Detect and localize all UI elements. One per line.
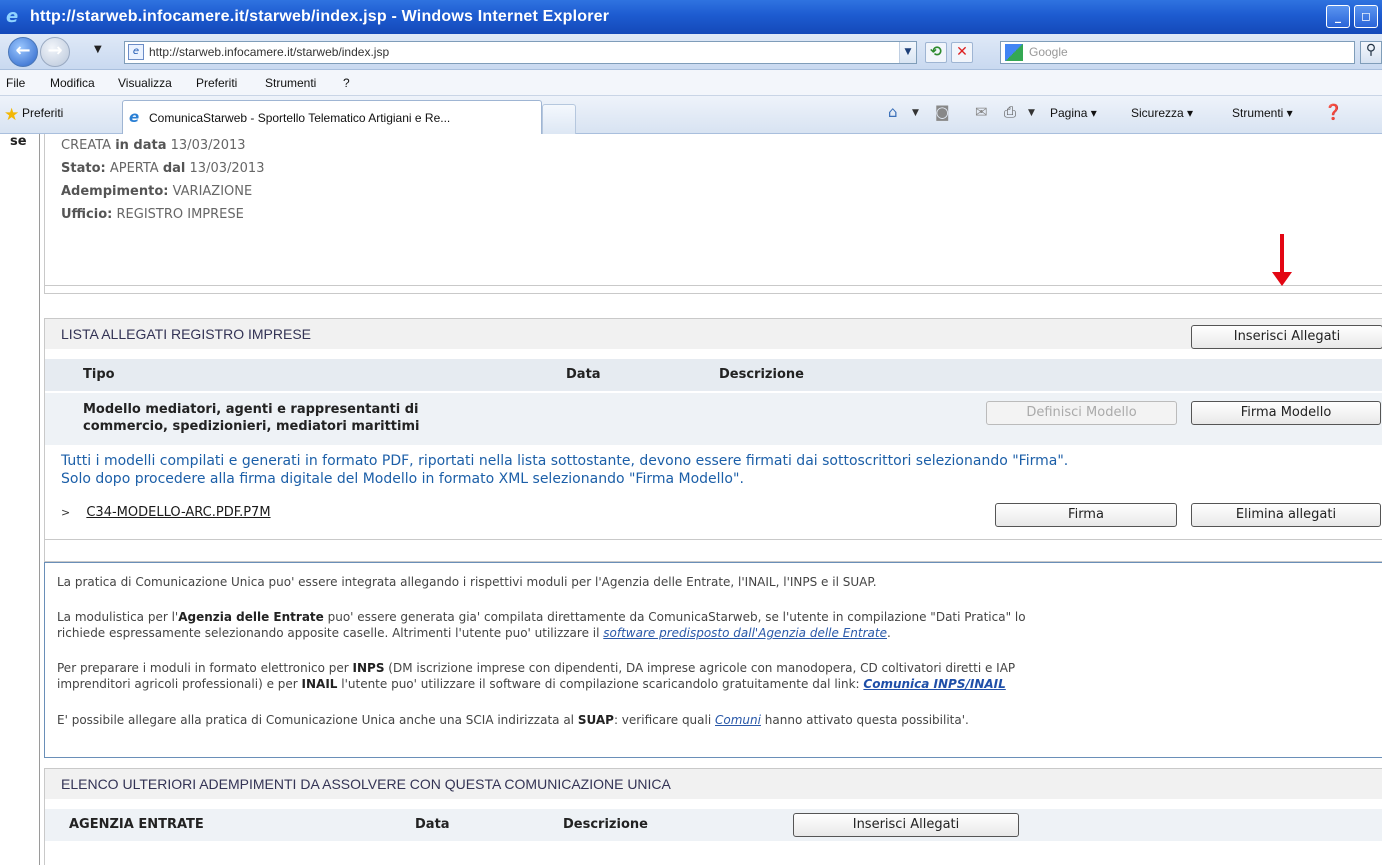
arrow-right-icon: → xyxy=(47,40,63,61)
menu-strumenti-cmd[interactable]: Strumenti ▾ xyxy=(1232,106,1293,120)
favorites-bar: ★ Preferiti e ComunicaStarweb - Sportell… xyxy=(0,96,1382,134)
minimize-button[interactable]: _ xyxy=(1326,5,1350,28)
column-descrizione-2: Descrizione xyxy=(563,817,648,832)
allegati-column-header: Tipo Data Descrizione xyxy=(45,359,1382,391)
attachment-link[interactable]: C34-MODELLO-ARC.PDF.P7M xyxy=(86,505,270,520)
pratica-info-panel: CREATA in data 13/03/2013 Stato: APERTA … xyxy=(44,134,1382,286)
ie-tab-icon: e xyxy=(129,108,140,126)
window-title-bar: e http://starweb.infocamere.it/starweb/i… xyxy=(0,0,1382,34)
stop-icon[interactable]: ✕ xyxy=(951,42,973,63)
refresh-icon[interactable]: ⟲ xyxy=(925,42,947,63)
model-row: Modello mediatori, agenti e rappresentan… xyxy=(45,393,1382,445)
menu-bar: File Modifica Visualizza Preferiti Strum… xyxy=(0,70,1382,96)
menu-strumenti[interactable]: Strumenti xyxy=(265,76,316,90)
insert-attachments-button[interactable]: Inserisci Allegati xyxy=(1191,325,1382,349)
sign-button[interactable]: Firma xyxy=(995,503,1177,527)
adempimenti-panel: ELENCO ULTERIORI ADEMPIMENTI DA ASSOLVER… xyxy=(44,768,1382,865)
insert-attachments-button-2[interactable]: Inserisci Allegati xyxy=(793,813,1019,837)
column-data: Data xyxy=(566,367,601,382)
browser-tab[interactable]: e ComunicaStarweb - Sportello Telematico… xyxy=(122,100,542,134)
menu-visualizza[interactable]: Visualizza xyxy=(118,76,172,90)
ufficio-line: Ufficio: REGISTRO IMPRESE xyxy=(61,207,244,222)
divider-2 xyxy=(44,540,1382,562)
created-line: CREATA in data 13/03/2013 xyxy=(61,138,246,153)
allegati-title: LISTA ALLEGATI REGISTRO IMPRESE xyxy=(61,326,311,342)
info-paragraph-2a: La modulistica per l'Agenzia delle Entra… xyxy=(57,610,1026,624)
search-placeholder: Google xyxy=(1029,45,1068,59)
new-tab-button[interactable] xyxy=(542,104,576,134)
tab-label: ComunicaStarweb - Sportello Telematico A… xyxy=(149,111,451,125)
home-dropdown-icon[interactable]: ▼ xyxy=(912,108,919,118)
divider xyxy=(44,286,1382,294)
address-toolbar: ← → ▼ e http://starweb.infocamere.it/sta… xyxy=(0,34,1382,70)
column-tipo: Tipo xyxy=(83,367,115,382)
back-button[interactable]: ← xyxy=(8,37,38,67)
favorites-button[interactable]: Preferiti xyxy=(22,106,63,120)
menu-preferiti[interactable]: Preferiti xyxy=(196,76,237,90)
print-icon[interactable]: ⎙ xyxy=(1004,103,1016,121)
ie-logo-icon: e xyxy=(6,6,19,27)
menu-pagina[interactable]: Pagina ▾ xyxy=(1050,106,1097,120)
menu-file[interactable]: File xyxy=(6,76,25,90)
column-data-2: Data xyxy=(415,817,450,832)
address-input[interactable]: e http://starweb.infocamere.it/starweb/i… xyxy=(124,41,917,64)
menu-sicurezza[interactable]: Sicurezza ▾ xyxy=(1131,106,1193,120)
page-content: se CREATA in data 13/03/2013 Stato: APER… xyxy=(0,134,1382,865)
red-arrowhead-icon xyxy=(1272,272,1292,286)
window-title: http://starweb.infocamere.it/starweb/ind… xyxy=(30,8,610,25)
info-paragraph-2b: richiede espressamente selezionando appo… xyxy=(57,626,891,640)
print-dropdown-icon[interactable]: ▼ xyxy=(1028,108,1035,118)
column-descrizione: Descrizione xyxy=(719,367,804,382)
allegati-header: LISTA ALLEGATI REGISTRO IMPRESE xyxy=(45,319,1382,349)
left-frame: se xyxy=(0,134,40,865)
adempimenti-header: ELENCO ULTERIORI ADEMPIMENTI DA ASSOLVER… xyxy=(45,769,1382,799)
adempimenti-column-header: AGENZIA ENTRATE Data Descrizione xyxy=(45,809,1382,841)
page-icon: e xyxy=(128,44,144,60)
left-frame-label: se xyxy=(10,134,27,149)
info-paragraph-4: E' possibile allegare alla pratica di Co… xyxy=(57,713,969,727)
info-paragraph-1: La pratica di Comunicazione Unica puo' e… xyxy=(57,575,877,589)
chevron-right-icon: > xyxy=(61,506,71,519)
address-dropdown-icon[interactable]: ▼ xyxy=(899,42,916,63)
status-line: Stato: APERTA dal 13/03/2013 xyxy=(61,161,265,176)
info-paragraph-3a: Per preparare i moduli in formato elettr… xyxy=(57,661,1016,675)
comuni-link[interactable]: Comuni xyxy=(715,713,761,727)
search-icon[interactable]: ⚲ xyxy=(1360,41,1382,64)
info-box: La pratica di Comunicazione Unica puo' e… xyxy=(44,562,1382,758)
agenzia-software-link[interactable]: software predisposto dall'Agenzia delle … xyxy=(603,626,887,640)
feeds-icon[interactable]: ◙ xyxy=(935,103,950,121)
sign-model-button[interactable]: Firma Modello xyxy=(1191,401,1381,425)
column-agenzia-entrate: AGENZIA ENTRATE xyxy=(69,817,204,832)
signing-note-line2: Solo dopo procedere alla firma digitale … xyxy=(61,471,744,487)
adempimento-line: Adempimento: VARIAZIONE xyxy=(61,184,253,199)
info-paragraph-3b: imprenditori agricoli professionali) e p… xyxy=(57,677,1006,691)
arrow-left-icon: ← xyxy=(15,40,31,61)
address-url: http://starweb.infocamere.it/starweb/ind… xyxy=(149,45,390,59)
delete-attachments-button[interactable]: Elimina allegati xyxy=(1191,503,1381,527)
home-icon[interactable]: ⌂ xyxy=(888,103,898,121)
adempimenti-title: ELENCO ULTERIORI ADEMPIMENTI DA ASSOLVER… xyxy=(61,776,671,792)
menu-help[interactable]: ? xyxy=(343,76,350,90)
signing-note-line1: Tutti i modelli compilati e generati in … xyxy=(61,453,1069,469)
favorites-star-icon[interactable]: ★ xyxy=(4,105,19,125)
forward-button[interactable]: → xyxy=(40,37,70,67)
red-arrow-icon xyxy=(1280,234,1284,276)
maximize-button[interactable]: ◻ xyxy=(1354,5,1378,28)
menu-modifica[interactable]: Modifica xyxy=(50,76,95,90)
history-dropdown-icon[interactable]: ▼ xyxy=(94,44,102,55)
search-input[interactable]: Google xyxy=(1000,41,1355,64)
allegati-panel: LISTA ALLEGATI REGISTRO IMPRESE Inserisc… xyxy=(44,318,1382,540)
define-model-button[interactable]: Definisci Modello xyxy=(986,401,1177,425)
model-name: Modello mediatori, agenti e rappresentan… xyxy=(83,402,420,434)
google-icon xyxy=(1005,44,1023,61)
help-icon[interactable]: ❓ xyxy=(1324,103,1343,121)
attachment-item: > C34-MODELLO-ARC.PDF.P7M xyxy=(61,505,271,520)
inps-inail-link[interactable]: Comunica INPS/INAIL xyxy=(863,677,1005,691)
mail-icon[interactable]: ✉ xyxy=(975,103,988,121)
